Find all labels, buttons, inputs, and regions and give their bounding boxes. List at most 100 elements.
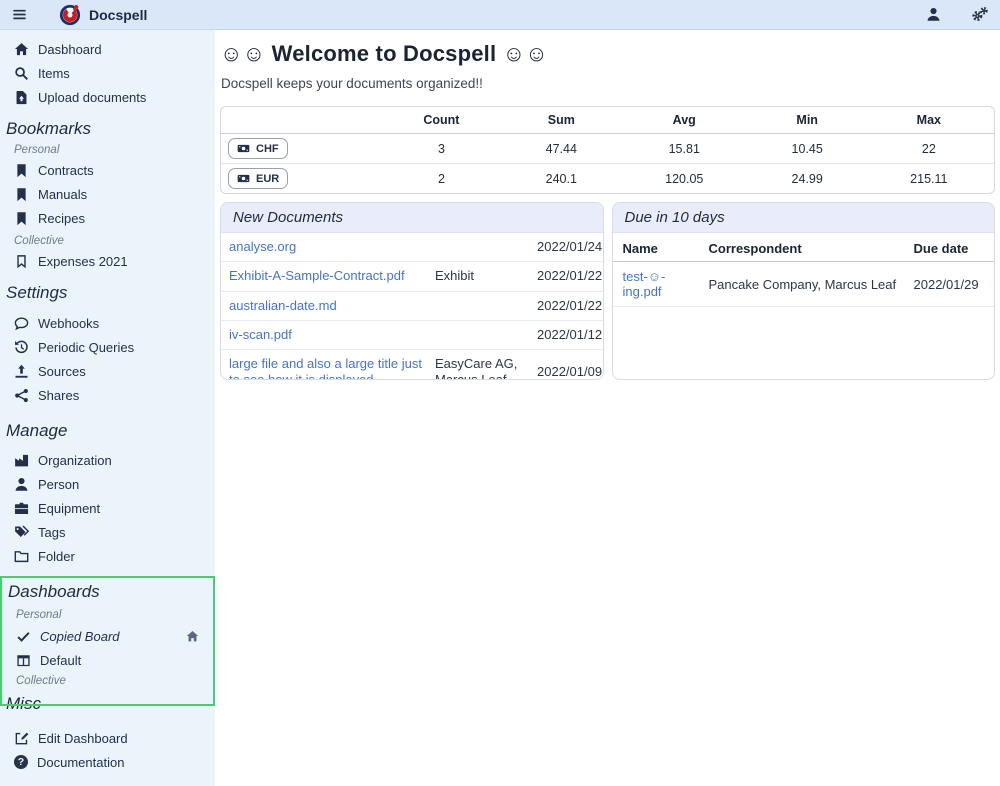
- due-panel: Due in 10 days Name Correspondent Due da…: [612, 202, 996, 380]
- col-sum: Sum: [505, 107, 618, 134]
- document-correspondent: Pancake Company, Marcus Leaf: [705, 262, 910, 307]
- document-correspondent: EasyCare AG, Marcus Leaf: [435, 356, 537, 380]
- sidebar-item-label: Expenses 2021: [38, 254, 128, 269]
- sidebar-item-label: Folder: [38, 549, 75, 564]
- sidebar-item-default-dashboard[interactable]: Default: [2, 648, 213, 672]
- sidebar-item-copied-board[interactable]: Copied Board: [2, 624, 213, 648]
- sidebar-item-sources[interactable]: Sources: [0, 359, 215, 383]
- bookmarks-section-title: Bookmarks: [6, 119, 215, 139]
- home-icon[interactable]: [186, 630, 199, 643]
- document-date: 2022/01/24: [537, 239, 602, 255]
- dashboards-highlight-box: Dashboards Personal Copied Board Default…: [0, 576, 215, 706]
- bookmark-solid-icon: [14, 211, 29, 226]
- document-link[interactable]: Exhibit-A-Sample-Contract.pdf: [229, 268, 435, 284]
- document-due-date: 2022/01/29: [910, 262, 995, 307]
- sidebar-item-webhooks[interactable]: Webhooks: [0, 311, 215, 335]
- currency-badge-eur[interactable]: EUR: [228, 168, 288, 189]
- sidebar-item-items[interactable]: Items: [0, 61, 215, 85]
- stat-value: 120.05: [618, 164, 751, 194]
- stat-value: 2: [378, 164, 505, 194]
- app-brand[interactable]: Docspell: [59, 4, 147, 26]
- document-date: 2022/01/12: [537, 327, 602, 343]
- sidebar-item-documentation[interactable]: ? Documentation: [0, 750, 215, 774]
- dashboards-section-title: Dashboards: [8, 582, 213, 602]
- list-item: Exhibit-A-Sample-Contract.pdf Exhibit 20…: [221, 262, 603, 291]
- menu-icon[interactable]: [12, 7, 27, 22]
- sidebar-item-label: Items: [38, 66, 70, 81]
- tags-icon: [14, 525, 29, 540]
- document-link[interactable]: iv-scan.pdf: [229, 327, 435, 343]
- document-date: 2022/01/22: [537, 298, 602, 314]
- sidebar-item-dashboard[interactable]: Dasbhoard: [0, 37, 215, 61]
- sidebar-item-label: Periodic Queries: [38, 340, 134, 355]
- question-circle-icon: ?: [14, 755, 28, 769]
- sidebar-item-label: Person: [38, 477, 79, 492]
- sidebar-item-label: Equipment: [38, 501, 100, 516]
- sidebar-item-recipes[interactable]: Recipes: [0, 206, 215, 230]
- sidebar-item-label: Manuals: [38, 187, 87, 202]
- col-name: Name: [613, 235, 705, 262]
- list-item: iv-scan.pdf 2022/01/12: [221, 321, 603, 350]
- smiley-emoji: ☺☺: [503, 41, 548, 66]
- table-row-chf: CHF 3 47.44 15.81 10.45 22: [221, 134, 994, 164]
- document-link[interactable]: australian-date.md: [229, 298, 435, 314]
- stat-value: 3: [378, 134, 505, 164]
- house-icon: [14, 42, 29, 57]
- stat-value: 15.81: [618, 134, 751, 164]
- bookmark-outline-icon: [14, 254, 29, 269]
- dashboards-personal-label: Personal: [16, 609, 213, 621]
- sidebar-item-equipment[interactable]: Equipment: [0, 496, 215, 520]
- sidebar-item-shares[interactable]: Shares: [0, 383, 215, 407]
- document-link[interactable]: analyse.org: [229, 239, 435, 255]
- col-due-date: Due date: [910, 235, 995, 262]
- share-nodes-icon: [14, 388, 29, 403]
- stats-header-row: Count Sum Avg Min Max: [221, 107, 994, 134]
- sidebar-item-manuals[interactable]: Manuals: [0, 182, 215, 206]
- upload-icon: [14, 364, 29, 379]
- dashboards-collective-label: Collective: [16, 675, 213, 687]
- list-item: large file and also a large title just t…: [221, 350, 603, 380]
- document-date: 2022/01/22: [537, 268, 602, 284]
- sidebar: Dasbhoard Items Upload documents Bookmar…: [0, 30, 215, 786]
- factory-icon: [14, 453, 29, 468]
- sidebar-item-label: Sources: [38, 364, 86, 379]
- briefcase-icon: [14, 501, 29, 516]
- settings-section-title: Settings: [6, 283, 215, 303]
- cogs-icon[interactable]: [971, 6, 988, 23]
- bookmarks-personal-label: Personal: [14, 144, 215, 156]
- sidebar-item-expenses-2021[interactable]: Expenses 2021: [0, 249, 215, 273]
- col-min: Min: [751, 107, 864, 134]
- document-link[interactable]: large file and also a large title just t…: [229, 356, 435, 380]
- table-row-eur: EUR 2 240.1 120.05 24.99 215.11: [221, 164, 994, 194]
- sidebar-item-label: Upload documents: [38, 90, 146, 105]
- stat-value: 22: [864, 134, 994, 164]
- sidebar-item-organization[interactable]: Organization: [0, 448, 215, 472]
- comment-icon: [14, 316, 29, 331]
- money-bill-icon: [237, 142, 250, 155]
- app-title: Docspell: [89, 7, 147, 23]
- sidebar-item-label: Shares: [38, 388, 79, 403]
- sidebar-item-edit-dashboard[interactable]: Edit Dashboard: [0, 726, 215, 750]
- currency-badge-chf[interactable]: CHF: [228, 138, 288, 159]
- sidebar-item-folder[interactable]: Folder: [0, 544, 215, 568]
- stat-value: 47.44: [505, 134, 618, 164]
- sidebar-item-label: Copied Board: [40, 629, 120, 644]
- search-icon: [14, 66, 29, 81]
- folder-icon: [14, 549, 29, 564]
- sidebar-item-periodic-queries[interactable]: Periodic Queries: [0, 335, 215, 359]
- page-subtitle: Docspell keeps your documents organized!…: [221, 76, 995, 91]
- currency-stats-table: Count Sum Avg Min Max CHF: [221, 107, 994, 193]
- new-documents-panel: New Documents analyse.org 2022/01/24 Exh…: [220, 202, 604, 380]
- sidebar-item-upload[interactable]: Upload documents: [0, 85, 215, 109]
- document-correspondent: Exhibit: [435, 268, 537, 284]
- sidebar-item-person[interactable]: Person: [0, 472, 215, 496]
- document-link[interactable]: test-☺-ing.pdf: [623, 269, 666, 299]
- user-icon[interactable]: [926, 7, 941, 22]
- sidebar-item-tags[interactable]: Tags: [0, 520, 215, 544]
- history-icon: [14, 340, 29, 355]
- sidebar-item-contracts[interactable]: Contracts: [0, 158, 215, 182]
- currency-stats-card: Count Sum Avg Min Max CHF: [220, 106, 995, 194]
- col-avg: Avg: [618, 107, 751, 134]
- manage-section-title: Manage: [6, 421, 215, 441]
- money-bill-icon: [237, 172, 250, 185]
